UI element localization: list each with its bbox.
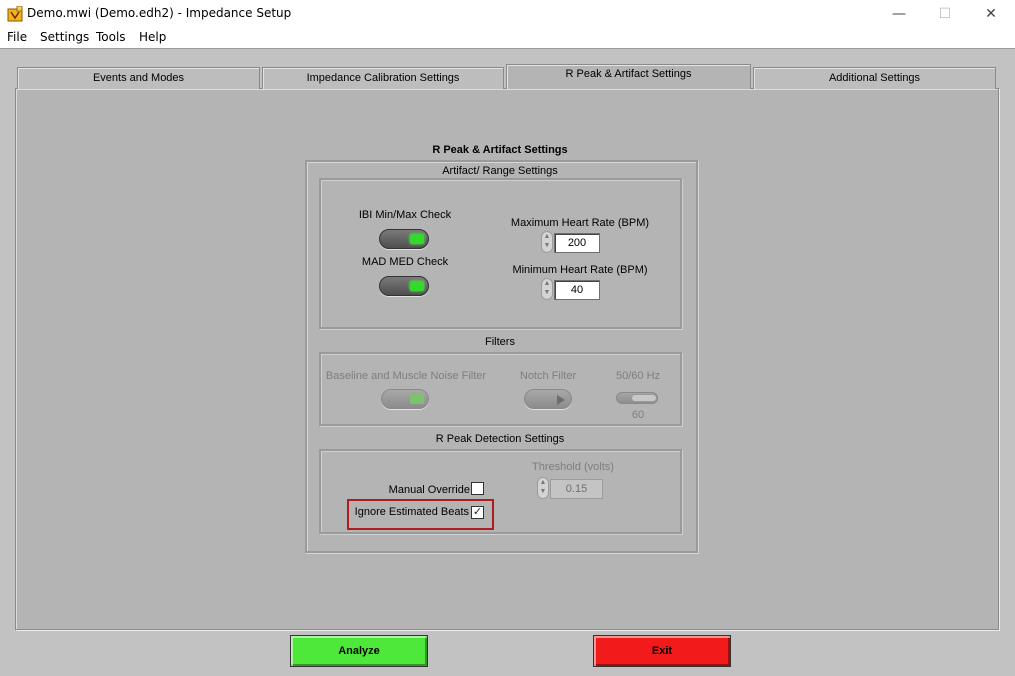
r-peak-detection-title: R Peak Detection Settings: [435, 433, 565, 445]
menu-file[interactable]: File: [7, 30, 27, 44]
threshold-spinner[interactable]: ▲ ▼: [537, 477, 549, 499]
max-heart-rate-spinner[interactable]: ▲ ▼: [541, 231, 553, 253]
analyze-button[interactable]: Analyze: [290, 635, 428, 667]
hz-selector-switch[interactable]: [616, 392, 658, 404]
exit-button[interactable]: Exit: [593, 635, 731, 667]
manual-override-label: Manual Override: [388, 484, 470, 496]
max-heart-rate-label: Maximum Heart Rate (BPM): [510, 217, 650, 229]
tab-events-and-modes[interactable]: Events and Modes: [17, 67, 260, 89]
led-on-icon: [410, 234, 424, 244]
close-icon[interactable]: ✕: [968, 0, 1014, 28]
window-title: Demo.mwi (Demo.edh2) - Impedance Setup: [27, 6, 292, 20]
min-heart-rate-label: Minimum Heart Rate (BPM): [512, 264, 648, 276]
led-on-icon: [410, 281, 424, 291]
min-heart-rate-spinner[interactable]: ▲ ▼: [541, 278, 553, 300]
manual-override-checkbox[interactable]: [471, 482, 484, 495]
threshold-input[interactable]: 0.15: [550, 479, 603, 499]
artifact-range-group: [319, 178, 682, 329]
highlight-box: [347, 499, 494, 530]
led-on-icon: [410, 394, 424, 404]
labview-app-icon: [7, 6, 23, 22]
tab-r-peak-artifact[interactable]: R Peak & Artifact Settings: [506, 64, 751, 89]
title-bar: Demo.mwi (Demo.edh2) - Impedance Setup —…: [0, 0, 1015, 28]
artifact-range-title: Artifact/ Range Settings: [442, 165, 558, 177]
switch-knob-icon: [631, 394, 657, 402]
notch-filter-label: Notch Filter: [519, 370, 577, 382]
ibi-check-toggle[interactable]: [379, 229, 429, 249]
tab-additional-settings[interactable]: Additional Settings: [753, 67, 996, 89]
threshold-label: Threshold (volts): [532, 461, 614, 473]
play-arrow-icon: [557, 395, 565, 405]
menu-tools[interactable]: Tools: [96, 30, 126, 44]
maximize-icon[interactable]: ☐: [922, 0, 968, 28]
max-heart-rate-input[interactable]: 200: [554, 233, 600, 253]
section-title: R Peak & Artifact Settings: [432, 144, 568, 156]
hz-selector-label: 50/60 Hz: [615, 370, 661, 382]
menu-help[interactable]: Help: [139, 30, 166, 44]
min-heart-rate-input[interactable]: 40: [554, 280, 600, 300]
baseline-filter-toggle[interactable]: [381, 389, 429, 409]
hz-selector-value: 60: [631, 409, 645, 421]
menu-settings[interactable]: Settings: [40, 30, 89, 44]
mad-med-check-label: MAD MED Check: [361, 256, 449, 268]
ibi-check-label: IBI Min/Max Check: [358, 209, 452, 221]
tab-impedance-calibration[interactable]: Impedance Calibration Settings: [262, 67, 504, 89]
filters-title: Filters: [485, 336, 515, 348]
notch-filter-toggle[interactable]: [524, 389, 572, 409]
menu-bar: File Settings Tools Help: [0, 28, 1015, 48]
minimize-icon[interactable]: —: [876, 0, 922, 28]
mad-med-check-toggle[interactable]: [379, 276, 429, 296]
baseline-filter-label: Baseline and Muscle Noise Filter: [325, 370, 487, 382]
